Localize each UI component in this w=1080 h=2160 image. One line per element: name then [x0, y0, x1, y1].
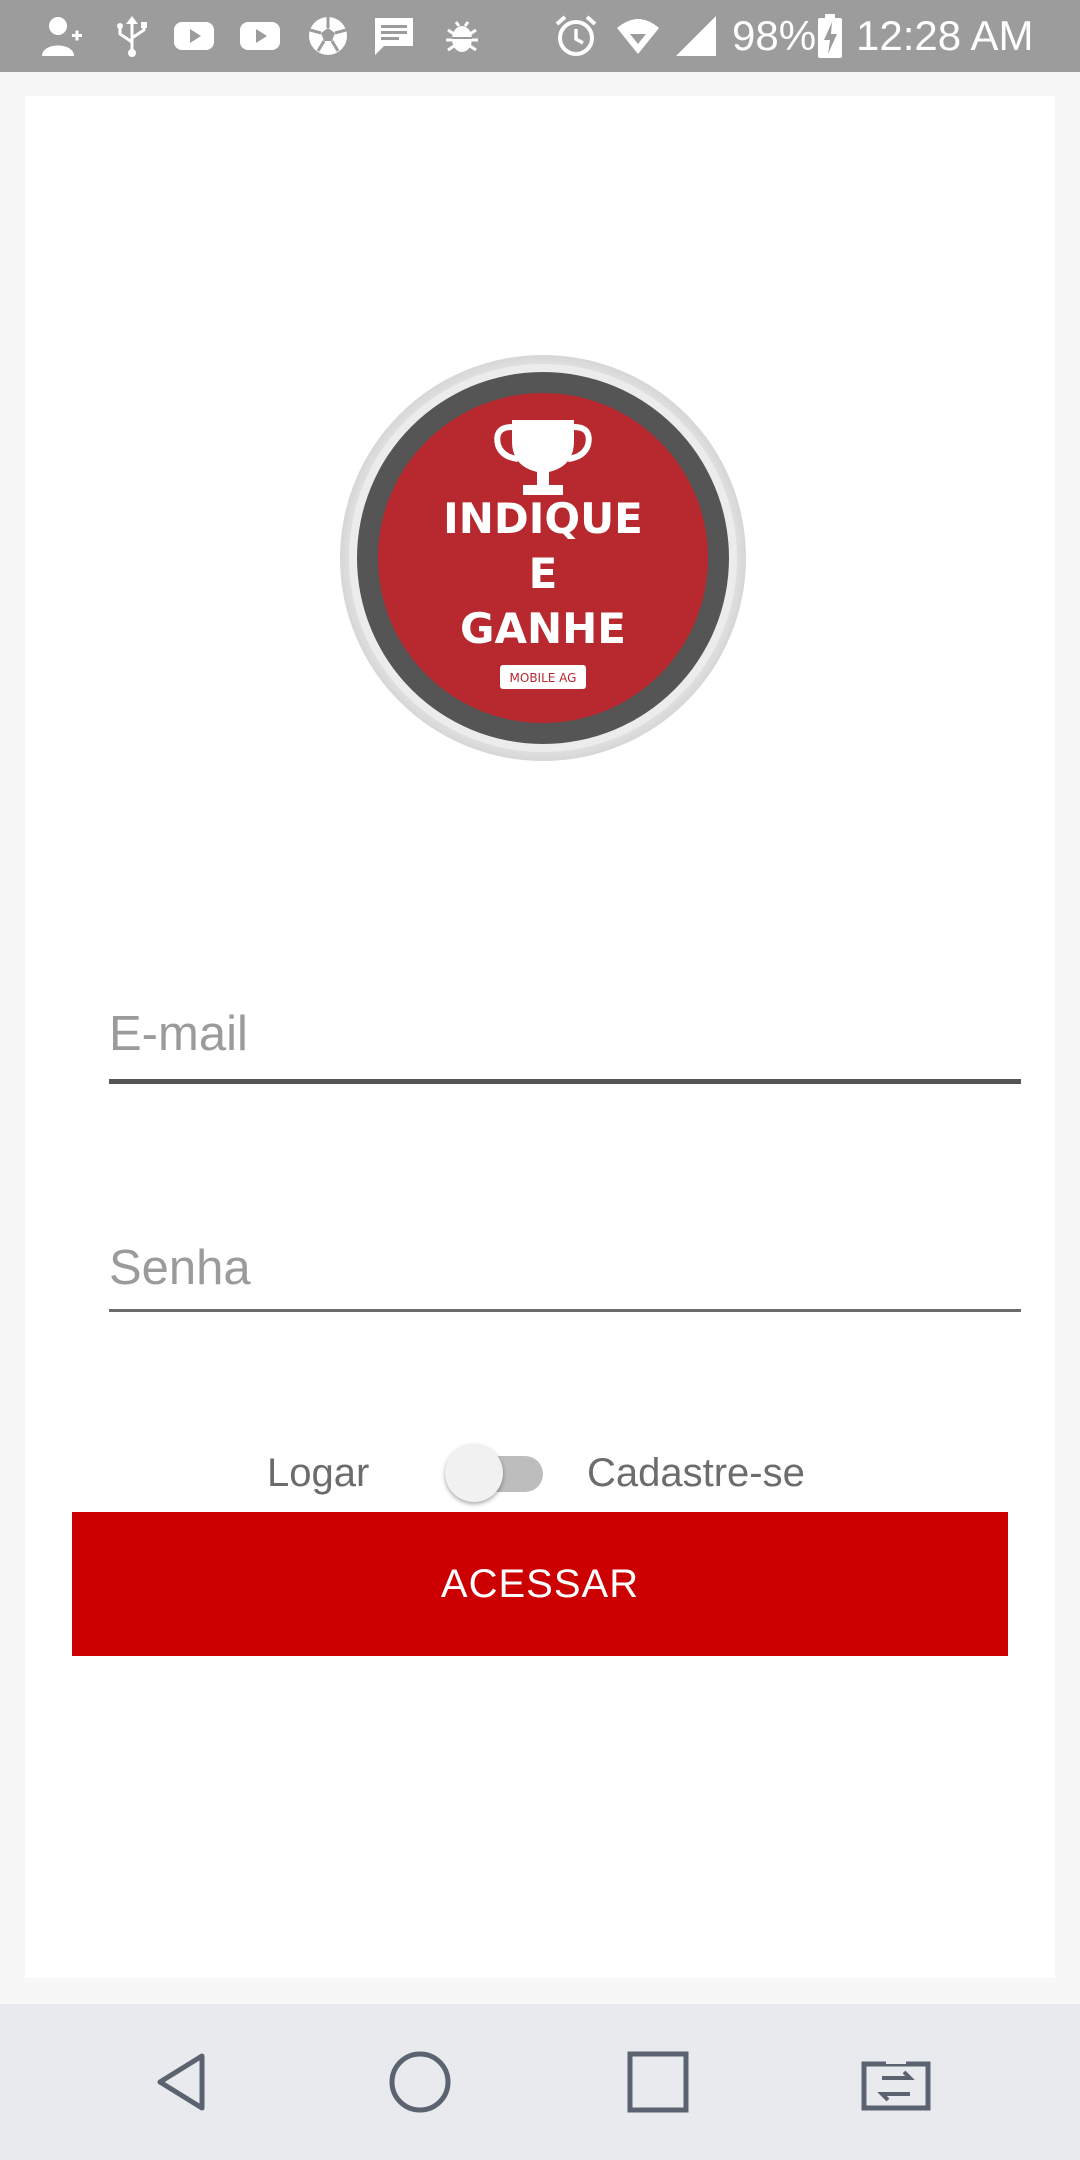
- navigation-bar: [0, 2004, 1080, 2160]
- wifi-icon: [617, 19, 659, 54]
- status-bar: 98% 12:28 AM: [0, 0, 1080, 72]
- bug-icon: [446, 21, 478, 52]
- login-mode-label: Logar: [267, 1451, 370, 1495]
- battery-percentage: 98%: [732, 12, 817, 59]
- register-mode-label: Cadastre-se: [587, 1451, 805, 1495]
- message-icon: [375, 18, 413, 55]
- email-field[interactable]: E-mail: [109, 896, 1021, 1086]
- switch-app-icon[interactable]: [860, 2048, 932, 2116]
- logo-line3: GANHE: [460, 604, 626, 653]
- password-underline: [109, 1309, 1021, 1312]
- switch-thumb: [445, 1444, 503, 1502]
- login-card: INDIQUE E GANHE MOBILE AG E-mail Senha L…: [25, 96, 1055, 1978]
- youtube-icon: [240, 22, 280, 50]
- clock: 12:28 AM: [856, 12, 1034, 59]
- app-logo: INDIQUE E GANHE MOBILE AG: [340, 355, 746, 761]
- battery-charging-icon: [818, 14, 842, 58]
- back-icon[interactable]: [148, 2048, 216, 2116]
- acessar-button[interactable]: ACESSAR: [72, 1512, 1008, 1656]
- email-underline: [109, 1079, 1021, 1084]
- signal-icon: [676, 16, 716, 56]
- logo-tag: MOBILE AG: [510, 671, 577, 685]
- password-field[interactable]: Senha: [109, 1126, 1021, 1316]
- logo-line2: E: [529, 549, 558, 598]
- email-placeholder: E-mail: [109, 1007, 248, 1061]
- password-placeholder: Senha: [109, 1241, 251, 1295]
- youtube-icon: [174, 22, 214, 50]
- usb-icon: [117, 16, 147, 57]
- soccer-ball-icon: [309, 17, 347, 55]
- home-icon[interactable]: [386, 2048, 454, 2116]
- recents-icon[interactable]: [624, 2048, 692, 2116]
- login-register-switch[interactable]: [445, 1442, 545, 1504]
- logo-line1: INDIQUE: [443, 494, 643, 543]
- add-contact-icon: [42, 17, 82, 56]
- alarm-icon: [555, 15, 597, 56]
